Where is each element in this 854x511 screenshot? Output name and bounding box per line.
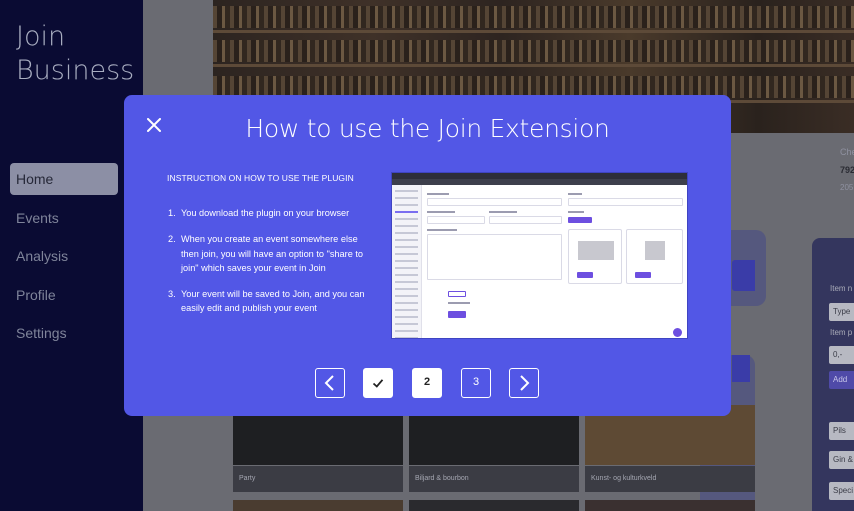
step-text: When you create an event somewhere else … — [181, 234, 364, 273]
event-card-image[interactable] — [409, 500, 579, 511]
event-card-caption[interactable]: Kunst- og kulturkveld — [585, 466, 755, 492]
instruction-steps: 1. You download the plugin on your browse… — [168, 206, 368, 328]
chevron-left-icon — [324, 375, 334, 391]
sidebar-item-home[interactable]: Home — [10, 163, 118, 195]
prev-page-button[interactable] — [315, 368, 345, 398]
sidebar: Join Business Home Events Analysis Profi… — [0, 0, 143, 511]
header-partial-label: Che — [840, 147, 854, 157]
check-icon — [372, 379, 384, 388]
instruction-heading: INSTRUCTION ON HOW TO USE THE PLUGIN — [167, 173, 354, 183]
item-price-input[interactable]: 0,- — [829, 346, 854, 364]
sidebar-item-analysis[interactable]: Analysis — [10, 240, 118, 272]
side-card-lower-button[interactable] — [732, 355, 750, 382]
item-option-2[interactable]: Gin & — [829, 451, 854, 469]
sidebar-item-events[interactable]: Events — [10, 202, 118, 234]
step-number: 2. — [168, 234, 176, 245]
item-name-input[interactable]: Type — [829, 303, 854, 321]
event-card-image[interactable] — [233, 500, 403, 511]
brand-logo: Join Business — [16, 21, 135, 86]
sidebar-nav: Home Events Analysis Profile Settings — [10, 163, 118, 356]
chevron-right-icon — [520, 375, 530, 391]
item-option-3[interactable]: Speci — [829, 482, 854, 500]
header-partial-sub: 205 — [840, 183, 854, 192]
step-number: 1. — [168, 208, 176, 218]
page-2-button[interactable]: 2 — [412, 368, 442, 398]
side-card-button[interactable] — [732, 260, 755, 291]
item-name-label: Item n — [830, 284, 853, 293]
sidebar-item-settings[interactable]: Settings — [10, 317, 118, 349]
instruction-step: 2. When you create an event somewhere els… — [168, 232, 368, 275]
next-page-button[interactable] — [509, 368, 539, 398]
modal-title: How to use the Join Extension — [245, 114, 610, 143]
item-option-1[interactable]: Pils — [829, 422, 854, 440]
header-partial: Che 792 205 — [840, 143, 854, 197]
step-complete-button[interactable] — [363, 368, 393, 398]
sidebar-item-profile[interactable]: Profile — [10, 279, 118, 311]
event-card-image[interactable] — [585, 500, 755, 511]
instruction-step: 3. Your event will be saved to Join, and … — [168, 287, 368, 316]
event-card-caption[interactable]: Biljard & bourbon — [409, 466, 579, 492]
event-card-caption[interactable]: Party — [233, 466, 403, 492]
step-text: Your event will be saved to Join, and yo… — [181, 289, 365, 314]
add-item-button[interactable]: Add — [829, 371, 854, 389]
help-modal: How to use the Join Extension INSTRUCTIO… — [124, 95, 731, 416]
header-partial-value: 792 — [840, 165, 854, 175]
plugin-preview-screenshot — [391, 172, 688, 339]
step-number: 3. — [168, 289, 176, 300]
instruction-step: 1. You download the plugin on your browse… — [168, 206, 368, 220]
step-text: You download the plugin on your browser — [181, 208, 350, 218]
page-3-button[interactable]: 3 — [461, 368, 491, 398]
item-price-label: Item p — [830, 328, 853, 337]
